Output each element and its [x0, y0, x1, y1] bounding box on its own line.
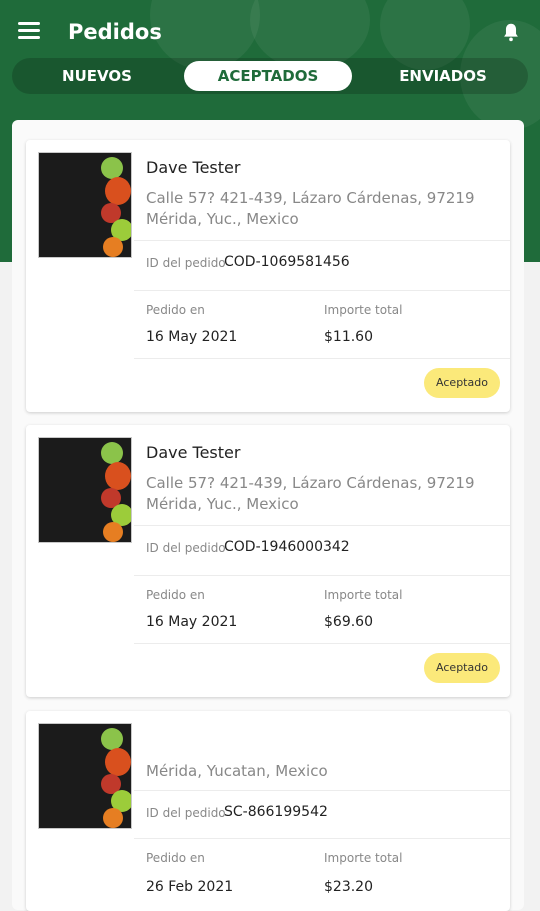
customer-name: Dave Tester [146, 443, 241, 462]
hamburger-menu-icon[interactable] [18, 22, 40, 40]
order-total-label: Importe total [324, 303, 403, 317]
page-title: Pedidos [68, 20, 162, 44]
top-app-bar: Pedidos [0, 0, 540, 64]
order-card[interactable]: Dave Tester Calle 57? 421-439, Lázaro Cá… [26, 425, 510, 697]
tab-aceptados[interactable]: ACEPTADOS [184, 61, 352, 91]
customer-address: Mérida, Yucatan, Mexico [146, 762, 328, 780]
order-id-row: ID del pedido SC-866199542 [134, 790, 510, 838]
bell-icon[interactable] [500, 20, 522, 44]
order-date-label: Pedido en [146, 851, 205, 865]
order-details-row: Pedido en 16 May 2021 Importe total $11.… [134, 290, 510, 358]
order-details-row: Pedido en 26 Feb 2021 Importe total $23.… [134, 838, 510, 911]
order-details-row: Pedido en 16 May 2021 Importe total $69.… [134, 575, 510, 643]
restaurant-thumbnail [38, 437, 132, 543]
customer-name: Dave Tester [146, 158, 241, 177]
order-id-row: ID del pedido COD-1069581456 [134, 240, 510, 290]
divider [134, 358, 510, 359]
order-date-value: 16 May 2021 [146, 329, 238, 345]
order-total-value: $11.60 [324, 329, 373, 345]
order-id-label: ID del pedido [146, 541, 226, 555]
order-date-label: Pedido en [146, 588, 205, 602]
order-id-value: COD-1946000342 [224, 539, 350, 555]
customer-address: Calle 57? 421-439, Lázaro Cárdenas, 9721… [146, 474, 475, 513]
order-id-label: ID del pedido [146, 256, 226, 270]
order-total-value: $69.60 [324, 614, 373, 630]
order-id-value: COD-1069581456 [224, 254, 350, 270]
order-total-label: Importe total [324, 588, 403, 602]
tab-enviados[interactable]: ENVIADOS [358, 58, 528, 94]
customer-address: Calle 57? 421-439, Lázaro Cárdenas, 9721… [146, 189, 475, 228]
order-id-label: ID del pedido [146, 806, 226, 820]
order-id-row: ID del pedido COD-1946000342 [134, 525, 510, 575]
order-id-value: SC-866199542 [224, 804, 328, 820]
divider [134, 643, 510, 644]
status-badge: Aceptado [424, 653, 500, 683]
status-badge: Aceptado [424, 368, 500, 398]
order-total-label: Importe total [324, 851, 403, 865]
order-date-value: 26 Feb 2021 [146, 879, 234, 895]
order-total-value: $23.20 [324, 879, 373, 895]
tab-nuevos[interactable]: NUEVOS [12, 58, 182, 94]
order-card[interactable]: Dave Tester Calle 57? 421-439, Lázaro Cá… [26, 140, 510, 412]
order-date-value: 16 May 2021 [146, 614, 238, 630]
restaurant-thumbnail [38, 152, 132, 258]
restaurant-thumbnail [38, 723, 132, 829]
order-card[interactable]: Mérida, Yucatan, Mexico ID del pedido SC… [26, 711, 510, 911]
order-status-tabs: NUEVOS ACEPTADOS ENVIADOS [12, 58, 528, 94]
order-date-label: Pedido en [146, 303, 205, 317]
